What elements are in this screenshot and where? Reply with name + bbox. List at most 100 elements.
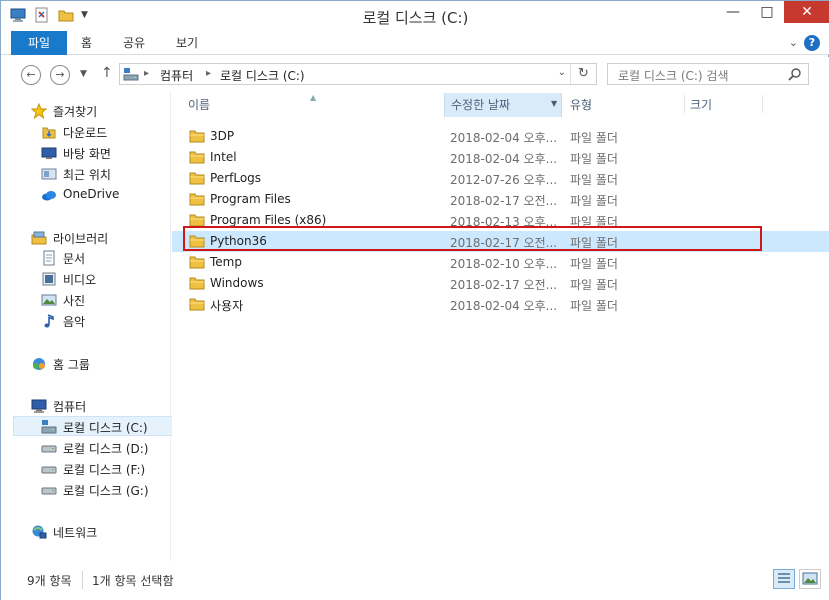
- drive-icon: [123, 67, 139, 81]
- back-button[interactable]: ←: [21, 65, 41, 85]
- explorer-window: ▼ 로컬 디스크 (C:) — □ ✕ 파일 홈 공유 보기 ⌄ ? ← → ▼…: [0, 0, 829, 600]
- file-date: 2018-02-04 오후...: [450, 299, 558, 313]
- window-title: 로컬 디스크 (C:): [362, 9, 469, 27]
- close-button[interactable]: ✕: [784, 1, 829, 23]
- sidebar-item-drive-d[interactable]: 로컬 디스크 (D:): [1, 438, 171, 458]
- sidebar-item-onedrive[interactable]: OneDrive: [1, 185, 171, 205]
- file-date: 2018-02-10 오후...: [450, 257, 558, 271]
- file-row[interactable]: 사용자 2018-02-04 오후... 파일 폴더: [172, 294, 829, 315]
- column-header-name[interactable]: 이름: [188, 93, 210, 117]
- sidebar-item-drive-f[interactable]: 로컬 디스크 (F:): [1, 459, 171, 479]
- file-row[interactable]: Temp 2018-02-10 오후... 파일 폴더: [172, 252, 829, 273]
- file-type: 파일 폴더: [570, 278, 618, 292]
- selection-count: 1개 항목 선택함: [92, 574, 174, 588]
- file-date: 2012-07-26 오후...: [450, 173, 558, 187]
- sidebar-item-homegroup[interactable]: 홈 그룹: [1, 354, 171, 374]
- sidebar-item-label: OneDrive: [63, 187, 120, 201]
- sidebar-item-pictures[interactable]: 사진: [1, 290, 171, 310]
- file-date: 2018-02-04 오후...: [450, 131, 558, 145]
- navigation-bar: ← → ▼ ↑ ▸ 컴퓨터 ▸ 로컬 디스크 (C:) ⌄ ↻ 로컬 디스크 (…: [1, 57, 829, 91]
- breadcrumb-computer[interactable]: 컴퓨터: [160, 67, 193, 84]
- help-icon[interactable]: ?: [804, 35, 820, 51]
- sidebar-item-drive-c[interactable]: 로컬 디스크 (C:): [13, 416, 181, 436]
- sidebar-item-label: 네트워크: [53, 526, 98, 540]
- address-dropdown-icon[interactable]: ⌄: [558, 67, 566, 78]
- network-icon: [31, 524, 47, 540]
- recent-locations-dropdown-icon[interactable]: ▼: [80, 69, 87, 79]
- file-row[interactable]: Program Files (x86) 2018-02-13 오후... 파일 폴더: [172, 210, 829, 231]
- folder-icon: [189, 255, 205, 269]
- file-row[interactable]: 3DP 2018-02-04 오후... 파일 폴더: [172, 126, 829, 147]
- sidebar-item-label: 다운로드: [63, 126, 108, 140]
- details-view-button[interactable]: [773, 569, 795, 589]
- tab-share[interactable]: 공유: [123, 31, 145, 55]
- cloud-icon: [41, 187, 57, 203]
- sidebar-item-documents[interactable]: 문서: [1, 248, 171, 268]
- file-type: 파일 폴더: [570, 131, 618, 145]
- folder-icon: [189, 192, 205, 206]
- navigation-pane: 즐겨찾기 다운로드 바탕 화면 최근 위치 OneDrive 라이브러리 문서 …: [1, 91, 181, 561]
- column-header-date[interactable]: 수정한 날짜: [444, 93, 562, 117]
- sidebar-item-music[interactable]: 음악: [1, 311, 171, 331]
- search-placeholder: 로컬 디스크 (C:) 검색: [618, 69, 729, 83]
- file-row[interactable]: Program Files 2018-02-17 오전... 파일 폴더: [172, 189, 829, 210]
- file-list-pane: 이름 ▲ 수정한 날짜 ▼ 유형 크기 3DP 2018-02-04 오후... 파…: [172, 91, 829, 561]
- file-name: 3DP: [210, 129, 235, 143]
- drive-icon: [41, 440, 57, 456]
- ribbon-tabs: 파일 홈 공유 보기 ⌄ ?: [1, 31, 829, 55]
- minimize-button[interactable]: —: [716, 1, 750, 23]
- file-type: 파일 폴더: [570, 194, 618, 208]
- recent-places-icon: [41, 166, 57, 182]
- item-count: 9개 항목: [27, 574, 72, 588]
- sidebar-item-label: 비디오: [63, 273, 97, 287]
- file-date: 2018-02-17 오전...: [450, 194, 558, 208]
- window-controls: — □ ✕: [716, 1, 829, 23]
- expand-ribbon-icon[interactable]: ⌄: [789, 36, 798, 49]
- sidebar-item-downloads[interactable]: 다운로드: [1, 122, 171, 142]
- tab-home[interactable]: 홈: [81, 31, 92, 55]
- sidebar-item-label: 홈 그룹: [53, 358, 90, 372]
- address-bar[interactable]: ▸ 컴퓨터 ▸ 로컬 디스크 (C:) ⌄ ↻: [119, 63, 597, 85]
- file-name: Python36: [210, 234, 267, 248]
- column-filter-dropdown-icon[interactable]: ▼: [551, 99, 557, 108]
- breadcrumb-local-disk[interactable]: 로컬 디스크 (C:): [220, 67, 305, 84]
- file-name: Temp: [210, 255, 242, 269]
- column-divider[interactable]: [762, 95, 763, 113]
- file-row[interactable]: PerfLogs 2012-07-26 오후... 파일 폴더: [172, 168, 829, 189]
- tab-view[interactable]: 보기: [176, 31, 198, 55]
- file-row[interactable]: Python36 2018-02-17 오전... 파일 폴더: [172, 231, 829, 252]
- search-box[interactable]: 로컬 디스크 (C:) 검색: [607, 63, 809, 85]
- sidebar-item-recent-places[interactable]: 최근 위치: [1, 164, 171, 184]
- refresh-button[interactable]: ↻: [570, 64, 596, 84]
- file-row[interactable]: Intel 2018-02-04 오후... 파일 폴더: [172, 147, 829, 168]
- column-header-size[interactable]: 크기: [690, 93, 712, 117]
- breadcrumb-separator-icon[interactable]: ▸: [144, 68, 149, 79]
- sidebar-item-favorites[interactable]: 즐겨찾기: [1, 101, 171, 121]
- drive-icon: [41, 419, 57, 435]
- sidebar-item-videos[interactable]: 비디오: [1, 269, 171, 289]
- search-icon[interactable]: [788, 67, 802, 81]
- tab-file[interactable]: 파일: [11, 31, 67, 55]
- file-name: Intel: [210, 150, 237, 164]
- large-icons-view-button[interactable]: [799, 569, 821, 589]
- status-divider: [82, 571, 83, 589]
- sidebar-item-computer[interactable]: 컴퓨터: [1, 396, 171, 416]
- maximize-button[interactable]: □: [750, 1, 784, 23]
- file-name: PerfLogs: [210, 171, 262, 185]
- file-name: Program Files: [210, 192, 291, 206]
- sidebar-item-desktop[interactable]: 바탕 화면: [1, 143, 171, 163]
- file-type: 파일 폴더: [570, 257, 618, 271]
- column-header-type[interactable]: 유형: [570, 93, 592, 117]
- sidebar-item-drive-g[interactable]: 로컬 디스크 (G:): [1, 480, 171, 500]
- folder-icon: [189, 276, 205, 290]
- status-bar: 9개 항목 1개 항목 선택함: [1, 561, 829, 600]
- sidebar-item-label: 즐겨찾기: [53, 105, 98, 119]
- file-row[interactable]: Windows 2018-02-17 오전... 파일 폴더: [172, 273, 829, 294]
- up-button[interactable]: ↑: [101, 65, 113, 81]
- forward-button[interactable]: →: [50, 65, 70, 85]
- column-divider[interactable]: [684, 95, 685, 113]
- sidebar-item-network[interactable]: 네트워크: [1, 522, 171, 542]
- sidebar-item-label: 사진: [63, 294, 86, 308]
- sidebar-item-libraries[interactable]: 라이브러리: [1, 228, 171, 248]
- breadcrumb-separator-icon[interactable]: ▸: [206, 68, 211, 79]
